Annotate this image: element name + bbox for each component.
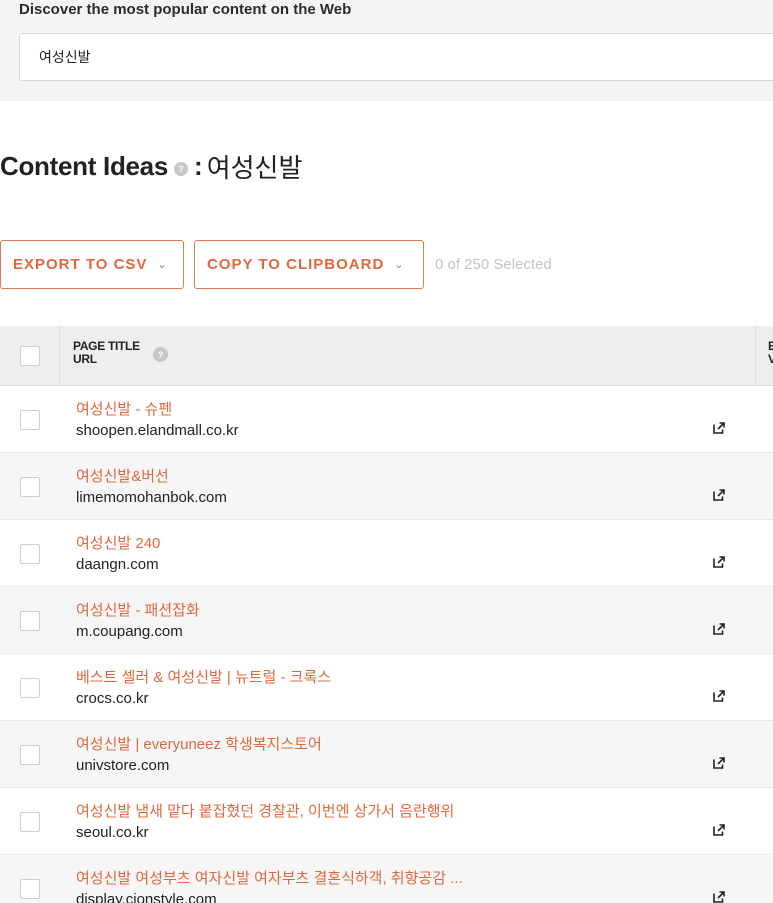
page-title: Content Ideas ? : 여성신발 [0, 148, 302, 184]
external-link-icon[interactable] [713, 489, 725, 501]
page-title-keyword: 여성신발 [206, 152, 303, 183]
table-row: 여성신발 | everyuneez 학생복지스토어 univstore.com [0, 721, 773, 788]
external-link-icon[interactable] [713, 891, 725, 903]
selected-count: 0 of 250 Selected [435, 256, 552, 273]
table-row: 여성신발 냄새 맡다 붙잡혔던 경찰관, 이번엔 상가서 음란행위 seoul.… [0, 788, 773, 855]
external-link-icon[interactable] [713, 422, 725, 434]
row-title-link[interactable]: 여성신발 - 슈펜 [76, 398, 172, 419]
table-body: 여성신발 - 슈펜 shoopen.elandmall.co.kr 여성신발&버… [0, 386, 773, 903]
table-header: PAGE TITLE URL ? E V [0, 326, 773, 386]
row-checkbox[interactable] [20, 678, 40, 698]
search-panel: Discover the most popular content on the… [0, 0, 773, 101]
row-checkbox[interactable] [20, 544, 40, 564]
row-url: m.coupang.com [76, 623, 183, 640]
external-link-icon[interactable] [713, 757, 725, 769]
chevron-down-icon: ⌄ [157, 259, 167, 271]
select-all-checkbox[interactable] [20, 346, 40, 366]
row-title-link[interactable]: 여성신발 여성부츠 여자신발 여자부츠 결혼식하객, 취향공감 ... [76, 867, 463, 888]
external-link-icon[interactable] [713, 690, 725, 702]
row-checkbox[interactable] [20, 812, 40, 832]
row-title-link[interactable]: 여성신발 240 [76, 532, 160, 553]
row-url: seoul.co.kr [76, 824, 149, 841]
external-link-icon[interactable] [713, 824, 725, 836]
help-icon[interactable]: ? [174, 162, 189, 176]
copy-clipboard-button[interactable]: COPY TO CLIPBOARD ⌄ [194, 240, 424, 289]
chevron-down-icon: ⌄ [394, 259, 404, 271]
column-header-next-line2: V [768, 352, 773, 366]
column-divider [755, 326, 756, 386]
row-checkbox[interactable] [20, 879, 40, 899]
table-row: 여성신발 - 패션잡화 m.coupang.com [0, 587, 773, 654]
row-checkbox[interactable] [20, 410, 40, 430]
row-title-link[interactable]: 여성신발 - 패션잡화 [76, 599, 200, 620]
external-link-icon[interactable] [713, 556, 725, 568]
row-checkbox[interactable] [20, 611, 40, 631]
table-row: 베스트 셀러 & 여성신발 | 뉴트럴 - 크록스 crocs.co.kr [0, 654, 773, 721]
page-title-text: Content Ideas [0, 150, 169, 181]
table-row: 여성신발 240 daangn.com [0, 520, 773, 587]
table-row: 여성신발&버선 limemomohanbok.com [0, 453, 773, 520]
row-checkbox[interactable] [20, 745, 40, 765]
external-link-icon[interactable] [713, 623, 725, 635]
copy-clipboard-label: COPY TO CLIPBOARD [207, 256, 385, 273]
row-checkbox[interactable] [20, 477, 40, 497]
row-url: daangn.com [76, 556, 159, 573]
row-title-link[interactable]: 여성신발 | everyuneez 학생복지스토어 [76, 733, 322, 754]
title-colon: : [194, 150, 203, 181]
search-heading: Discover the most popular content on the… [19, 1, 352, 18]
row-url: limemomohanbok.com [76, 489, 227, 506]
row-url: shoopen.elandmall.co.kr [76, 422, 239, 439]
row-title-link[interactable]: 여성신발 냄새 맡다 붙잡혔던 경찰관, 이번엔 상가서 음란행위 [76, 800, 454, 821]
results-table: PAGE TITLE URL ? E V 여성신발 - 슈펜 shoopen.e… [0, 326, 773, 903]
column-header-url-line: URL [73, 352, 97, 366]
search-input[interactable]: 여성신발 [19, 33, 773, 81]
table-row: 여성신발 여성부츠 여자신발 여자부츠 결혼식하객, 취향공감 ... disp… [0, 855, 773, 903]
row-url: display.cjonstyle.com [76, 891, 217, 903]
select-all-cell [0, 326, 60, 386]
export-csv-label: EXPORT TO CSV [13, 256, 148, 273]
column-header-page-title[interactable]: PAGE TITLE URL [73, 340, 140, 366]
column-header-next[interactable]: E V [768, 340, 773, 366]
row-url: crocs.co.kr [76, 690, 149, 707]
help-icon[interactable]: ? [153, 347, 168, 362]
row-url: univstore.com [76, 757, 170, 774]
row-title-link[interactable]: 여성신발&버선 [76, 465, 169, 486]
row-title-link[interactable]: 베스트 셀러 & 여성신발 | 뉴트럴 - 크록스 [76, 666, 331, 687]
export-csv-button[interactable]: EXPORT TO CSV ⌄ [0, 240, 184, 289]
table-row: 여성신발 - 슈펜 shoopen.elandmall.co.kr [0, 386, 773, 453]
